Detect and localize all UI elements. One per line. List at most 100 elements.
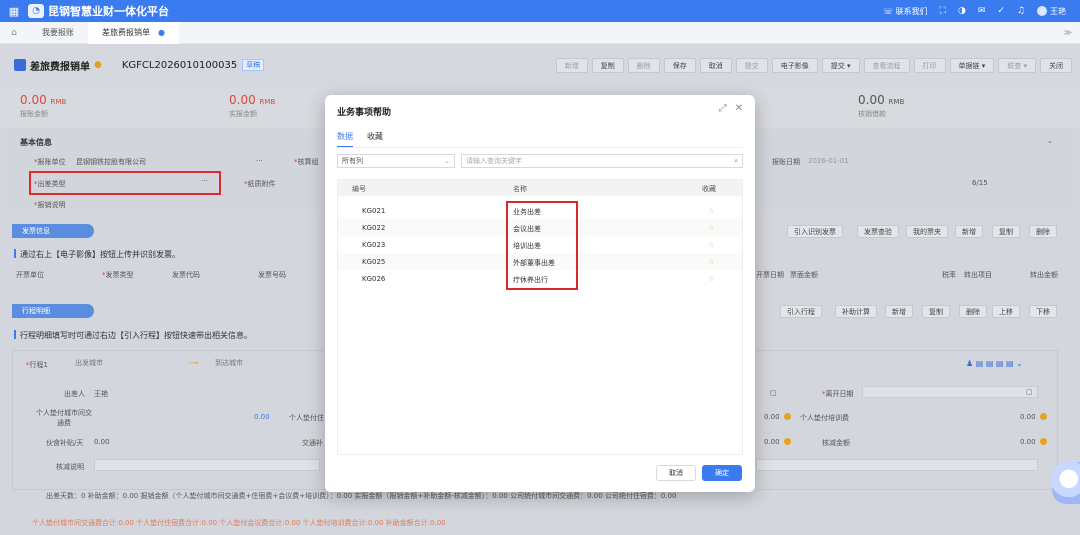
close-button[interactable]: 关闭	[1040, 58, 1072, 73]
trip-tools-icons[interactable]: ♟ ▤ ▤ ▤ ▤ ⌄	[966, 359, 1023, 368]
amount-loan-label: 核销借款	[858, 110, 886, 118]
task-icon[interactable]: ✓	[997, 6, 1005, 16]
coin-icon	[783, 413, 791, 420]
subsidy-calc-button[interactable]: 补助计算	[835, 305, 877, 318]
date-label: 报账日期	[772, 158, 800, 166]
invoice-copy-button[interactable]: 复制	[992, 225, 1020, 238]
unit-more-icon[interactable]: ···	[256, 157, 263, 165]
traffic-value[interactable]: 0.00	[764, 438, 791, 446]
delete-button[interactable]: 删除	[627, 58, 660, 73]
assistant-mascot-icon[interactable]	[1052, 462, 1080, 504]
unit-value[interactable]: 昆钢钢铁控股有限公司	[76, 157, 146, 167]
favorite-star-icon[interactable]: ●	[94, 60, 102, 70]
tab-favorites[interactable]: 收藏	[367, 131, 383, 148]
collapse-chevron-icon[interactable]: ⌄	[1047, 137, 1053, 145]
trip-type-highlight	[29, 171, 221, 195]
amount-actual: 0.00 RMB 实报金额	[229, 93, 275, 119]
column-select-value: 所有列	[342, 157, 363, 165]
theme-icon[interactable]: ◑	[958, 6, 966, 16]
tab-data[interactable]: 数据	[337, 131, 353, 148]
tab-travel-expense[interactable]: 差旅费报销单 ●	[88, 21, 179, 44]
traveler-value[interactable]: 王艳	[94, 389, 108, 399]
verify-amount-value-text: 0.00	[1020, 438, 1036, 446]
training-value[interactable]: 0.00	[1020, 413, 1047, 421]
search-icon[interactable]: ⌕	[734, 155, 738, 167]
verify-amount-value[interactable]: 0.00	[1020, 438, 1047, 446]
favorite-star-icon[interactable]: ☆	[708, 258, 714, 266]
leave-date-calendar-icon[interactable]: ▢	[1026, 388, 1033, 396]
add-button[interactable]: 新增	[555, 58, 588, 73]
close-icon[interactable]: ✕	[735, 103, 743, 114]
submit-button[interactable]: 提交 ▾	[821, 58, 860, 73]
maximize-icon[interactable]: ⤢	[719, 103, 727, 114]
fullscreen-icon[interactable]: ⛶	[940, 6, 946, 16]
search-placeholder: 请输入查询关键字	[466, 157, 522, 165]
import-trip-button[interactable]: 引入行程	[780, 305, 822, 318]
tab-invoice[interactable]: 发票信息	[12, 224, 94, 238]
column-select[interactable]: 所有列 ⌄	[337, 154, 455, 168]
personal-label: 个人垫付住	[289, 414, 324, 422]
business-item-help-dialog: 业务事项帮助 ⤢ ✕ 数据 收藏 所有列 ⌄ 请输入查询关键字 ⌕ 编号 名称 …	[325, 95, 755, 492]
verify-desc-input-tail[interactable]	[756, 459, 1038, 471]
save-button[interactable]: 保存	[663, 58, 696, 73]
favorite-star-icon[interactable]: ☆	[708, 241, 714, 249]
from-city-input[interactable]: 出发城市	[72, 358, 182, 370]
status-badge: 草稿	[242, 59, 265, 71]
dialog-controls: ⤢ ✕	[719, 103, 743, 114]
trip-delete-button[interactable]: 删除	[959, 305, 987, 318]
meal-value[interactable]: 0.00	[94, 438, 110, 446]
amount-loan-unit: RMB	[888, 98, 905, 106]
dialog-ok-button[interactable]: 确定	[702, 465, 742, 481]
contact-label: 联系我们	[895, 6, 928, 16]
search-input[interactable]: 请输入查询关键字 ⌕	[461, 154, 743, 168]
amount-actual-value: 0.00 RMB	[229, 93, 275, 107]
col-transfer-amount: 转出金额	[1030, 271, 1058, 279]
city-fee-value[interactable]: 0.00	[254, 413, 270, 421]
totals-footer: 个人垫付城市间交通费合计:0.00 个人垫付住宿费合计:0.00 个人垫付会议费…	[32, 519, 446, 527]
copy-button[interactable]: 复制	[591, 58, 624, 73]
expand-tabs-icon[interactable]: ≫	[1064, 28, 1080, 37]
cancel-button[interactable]: 取消	[699, 58, 732, 73]
invoice-add-button[interactable]: 新增	[955, 225, 983, 238]
home-icon[interactable]: ⌂	[0, 28, 28, 38]
tab-itinerary[interactable]: 行程明细	[12, 304, 94, 318]
calendar-icon[interactable]: ▢	[770, 389, 777, 397]
submit-disabled-button[interactable]: 提交	[735, 58, 768, 73]
contact-link[interactable]: ☏ 联系我们	[883, 6, 928, 17]
apps-grid-icon[interactable]: ▦	[0, 5, 28, 18]
message-icon[interactable]: ✉	[978, 6, 986, 16]
doc-chain-button[interactable]: 单据链 ▾	[949, 58, 995, 73]
move-down-button[interactable]: 下移	[1029, 305, 1057, 318]
e-image-button[interactable]: 电子影像	[771, 58, 818, 73]
favorite-star-icon[interactable]: ☆	[708, 224, 714, 232]
personal-value[interactable]: 0.00	[764, 413, 791, 421]
notification-icon[interactable]: ♫	[1017, 6, 1025, 16]
my-invoice-folder-button[interactable]: 我的票夹	[906, 225, 948, 238]
import-invoice-button[interactable]: 引入识别发票	[787, 225, 843, 238]
amount-total: 0.00 RMB 报账金额	[20, 93, 66, 119]
verify-desc-input[interactable]	[94, 459, 320, 471]
dialog-cancel-button[interactable]: 取消	[656, 465, 696, 481]
move-up-button[interactable]: 上移	[992, 305, 1020, 318]
view-flow-button[interactable]: 查看流程	[863, 58, 910, 73]
trip-summary: 出差天数：0 补助金额：0.00 报销金额（个人垫付城市间交通费+住宿费+会议费…	[46, 492, 677, 500]
verify-invoice-button[interactable]: 发票查验	[857, 225, 899, 238]
top-bar: ▦ ◔ 昆钢智慧业财一体化平台 ☏ 联系我们 ⛶ ◑ ✉ ✓ ♫ 王艳	[0, 0, 1080, 22]
trip-copy-button[interactable]: 复制	[922, 305, 950, 318]
trip-add-button[interactable]: 新增	[885, 305, 913, 318]
link-query-button[interactable]: 联查 ▾	[998, 58, 1036, 73]
col-invoice-type-text: 发票类型	[105, 271, 134, 279]
col-code: 编号	[352, 185, 366, 193]
print-button[interactable]: 打印	[913, 58, 946, 73]
invoice-delete-button[interactable]: 删除	[1029, 225, 1057, 238]
leave-date-input[interactable]	[862, 386, 1038, 398]
tab-my-reimburse[interactable]: 我要报账	[28, 22, 88, 44]
itinerary-tip: 行程明细填写时可通过右边【引入行程】按钮快速带出相关信息。	[14, 330, 252, 341]
to-city-input[interactable]: 到达城市	[212, 358, 322, 370]
user-menu[interactable]: 王艳	[1037, 6, 1066, 17]
coin-icon	[1039, 413, 1047, 420]
date-value[interactable]: 2026-01-01	[808, 157, 849, 165]
favorite-star-icon[interactable]: ☆	[708, 275, 714, 283]
doc-header: 差旅费报销单 ● KGFCL2026010100035 草稿 新增 复制 删除 …	[0, 44, 1080, 86]
favorite-star-icon[interactable]: ☆	[708, 207, 714, 215]
